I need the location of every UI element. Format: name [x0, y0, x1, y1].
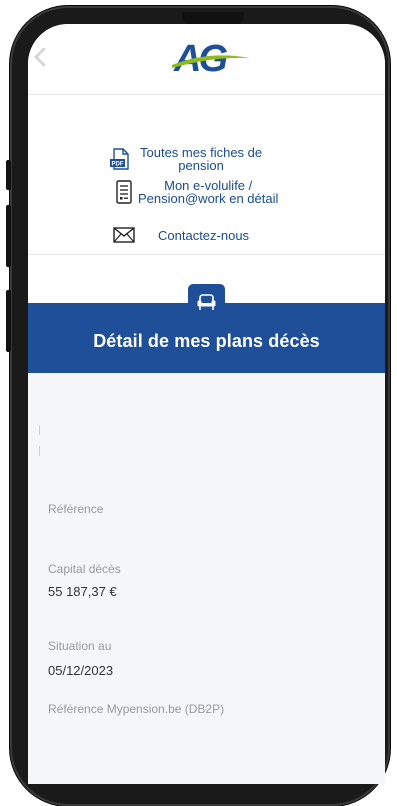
link-evolulife-detail[interactable]: Mon e-volulife / Pension@work en détail: [112, 179, 278, 205]
situation-value: 05/12/2023: [48, 663, 114, 678]
link-contact[interactable]: Contactez-nous: [112, 223, 249, 247]
svg-text:PDF: PDF: [112, 162, 124, 168]
armchair-icon: [188, 284, 225, 321]
envelope-icon: [112, 223, 136, 247]
app-header: AG: [28, 24, 385, 95]
situation-label: Situation au: [48, 639, 112, 653]
app-screen: AG PDF Toutes mes fiches de pension Mon …: [28, 24, 385, 784]
pdf-document-icon: PDF: [108, 147, 132, 171]
section-title: Détail de mes plans décès: [93, 331, 320, 351]
chevron-left-icon[interactable]: [32, 47, 48, 67]
link-pension-sheets-label: Toutes mes fiches de pension: [140, 145, 263, 173]
quick-links: PDF Toutes mes fiches de pension Mon e-v…: [28, 95, 385, 255]
field-marker: [39, 446, 40, 456]
link-pension-sheets[interactable]: PDF Toutes mes fiches de pension: [108, 146, 262, 172]
phone-volume-up-button: [6, 205, 11, 267]
field-marker: [39, 425, 40, 435]
link-evolulife-detail-label: Mon e-volulife / Pension@work en détail: [138, 178, 279, 206]
section-divider: [28, 254, 385, 255]
death-plan-details: Référence Capital décès 55 187,37 € Situ…: [28, 373, 385, 784]
phone-volume-down-button: [6, 290, 11, 352]
link-contact-label: Contactez-nous: [158, 227, 250, 243]
reference-label: Référence: [48, 502, 104, 516]
mypension-reference-label: Référence Mypension.be (DB2P): [48, 702, 225, 716]
phone-side-button: [6, 160, 11, 190]
ag-logo: AG: [172, 38, 252, 80]
capital-value: 55 187,37 €: [48, 584, 117, 599]
capital-label: Capital décès: [48, 562, 121, 576]
document-list-icon: [112, 180, 136, 204]
